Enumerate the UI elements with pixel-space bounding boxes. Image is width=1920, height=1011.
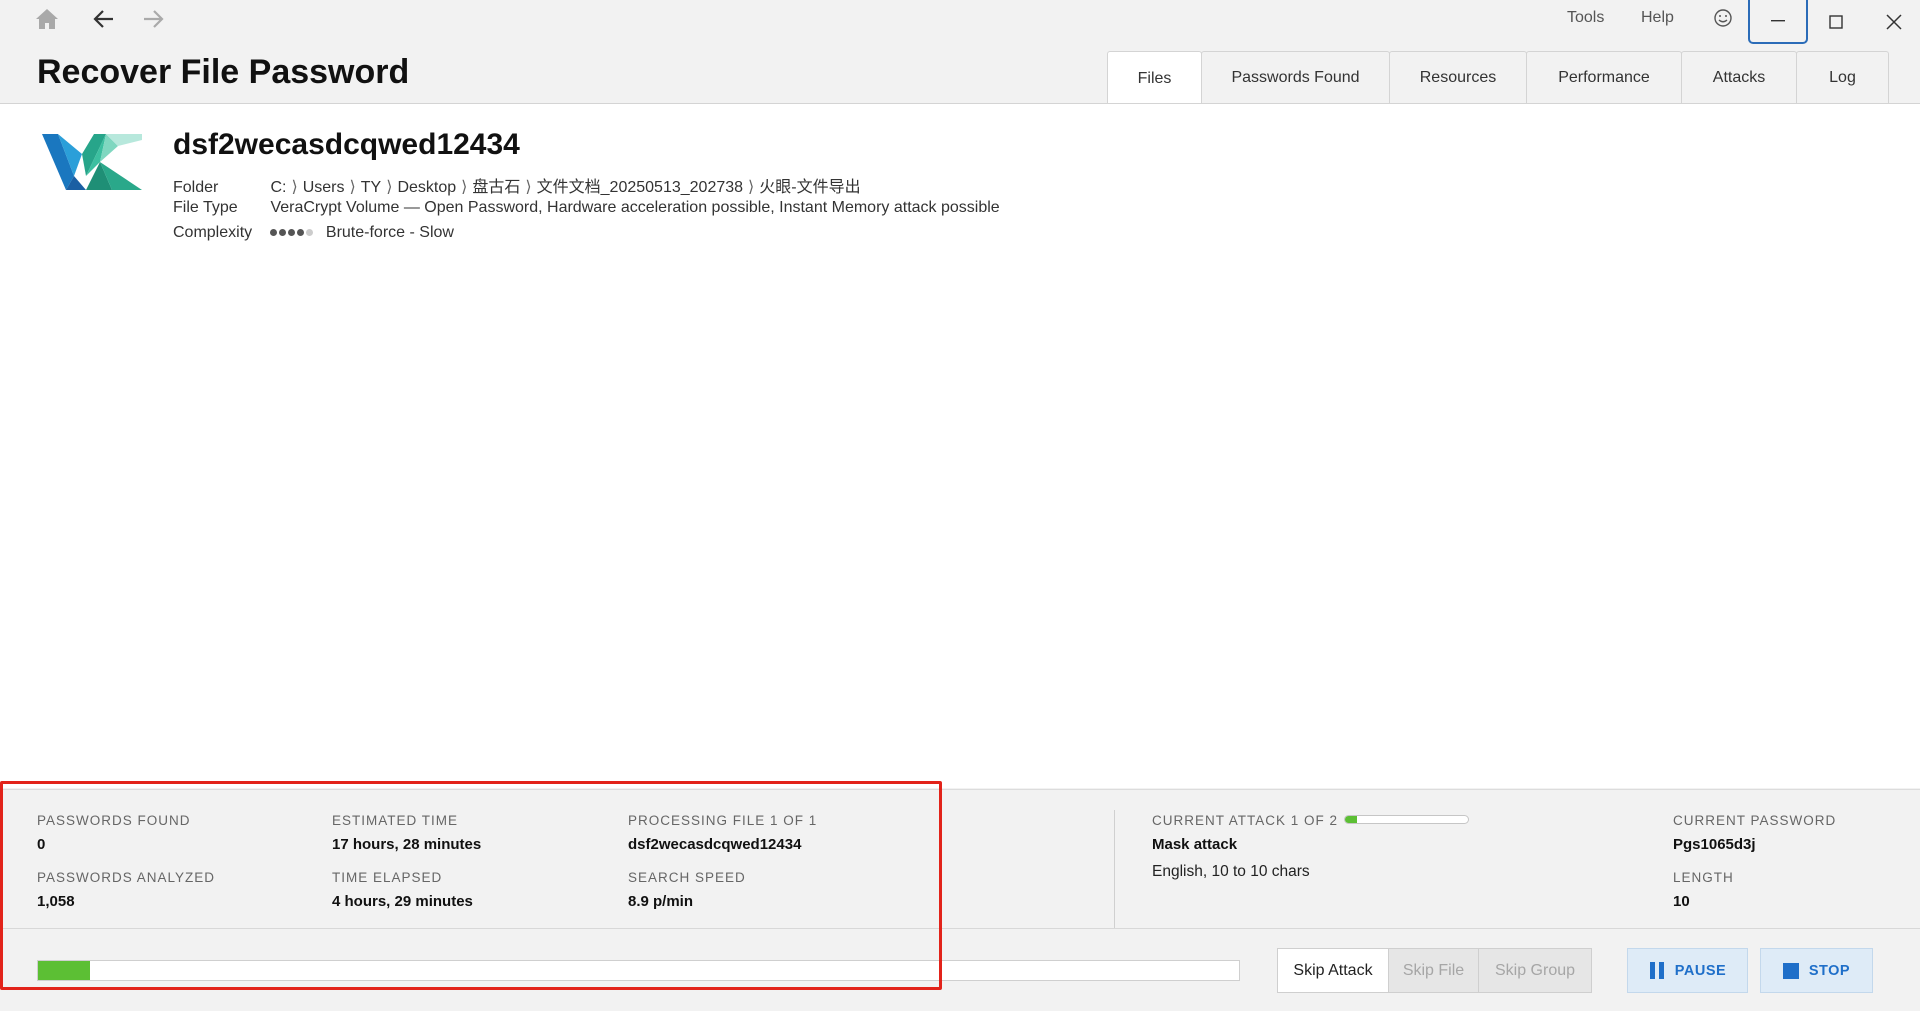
time-elapsed-value: 4 hours, 29 minutes (332, 893, 473, 910)
passwords-found-value: 0 (37, 836, 46, 853)
path-separator-icon: ⟩ (525, 179, 532, 196)
overall-progress-fill (38, 961, 90, 980)
tab-bar: Files Passwords Found Resources Performa… (1107, 51, 1889, 105)
tab-attacks[interactable]: Attacks (1681, 51, 1797, 104)
folder-path: C: ⟩ Users ⟩ TY ⟩ Desktop ⟩ 盘古石 ⟩ 文件文档_20250513_20… (270, 179, 860, 196)
complexity-dot (288, 229, 296, 237)
tab-passwords-found[interactable]: Passwords Found (1201, 51, 1390, 104)
minimize-icon[interactable] (1748, 0, 1808, 44)
complexity-dot (297, 229, 305, 237)
path-segment: Users (302, 179, 345, 196)
stats-divider (1114, 810, 1115, 928)
stop-icon (1782, 962, 1799, 979)
file-type-row: File Type VeraCrypt Volume — Open Passwo… (173, 199, 1000, 217)
current-attack-label: CURRENT ATTACK 1 OF 2 (1152, 813, 1339, 828)
overall-progress-bar (37, 960, 1240, 981)
time-elapsed-label: TIME ELAPSED (332, 870, 443, 885)
passwords-found-label: PASSWORDS FOUND (37, 813, 191, 828)
tab-performance[interactable]: Performance (1526, 51, 1682, 104)
title-bar: Tools Help (0, 0, 1920, 44)
veracrypt-logo-icon (42, 132, 144, 197)
recovery-stats-panel: PASSWORDS FOUND 0 PASSWORDS ANALYZED 1,0… (0, 789, 1920, 1011)
complexity-dot (306, 229, 314, 237)
maximize-icon[interactable] (1806, 0, 1866, 44)
stop-label: STOP (1808, 962, 1851, 979)
path-separator-icon: ⟩ (349, 179, 356, 196)
page-title: Recover File Password (37, 53, 410, 91)
file-type-label: File Type (173, 199, 238, 216)
path-segment: 文件文档_20250513_202738 (536, 179, 744, 196)
smiley-icon[interactable] (1706, 3, 1740, 33)
complexity-row: Complexity Brute-force - Slow (173, 224, 454, 242)
menu-tools[interactable]: Tools (1567, 9, 1604, 27)
folder-row: Folder C: ⟩ Users ⟩ TY ⟩ Desktop ⟩ 盘古石 ⟩ 文件文档_2025… (173, 173, 861, 197)
pause-label: PAUSE (1674, 962, 1727, 979)
search-speed-label: SEARCH SPEED (628, 870, 746, 885)
attack-name: Mask attack (1152, 836, 1238, 853)
attack-detail: English, 10 to 10 chars (1152, 863, 1310, 880)
file-type-value: VeraCrypt Volume — Open Password, Hardwa… (270, 199, 1000, 216)
current-password-label: CURRENT PASSWORD (1673, 813, 1837, 828)
path-segment: Desktop (397, 179, 457, 196)
arrow-right-icon[interactable] (136, 4, 170, 34)
processing-file-value: dsf2wecasdcqwed12434 (628, 836, 802, 853)
close-icon[interactable] (1864, 0, 1920, 44)
tab-resources[interactable]: Resources (1389, 51, 1527, 104)
path-segment: TY (360, 179, 382, 196)
skip-button-group: Skip Attack Skip File Skip Group (1277, 948, 1592, 993)
skip-group-button[interactable]: Skip Group (1478, 948, 1592, 993)
tab-files[interactable]: Files (1107, 51, 1202, 105)
stop-button[interactable]: STOP (1760, 948, 1873, 993)
complexity-dot (270, 229, 278, 237)
folder-label: Folder (173, 179, 219, 196)
path-segment: 盘古石 (472, 179, 521, 196)
menu-help[interactable]: Help (1641, 9, 1674, 27)
estimated-time-label: ESTIMATED TIME (332, 813, 459, 828)
processing-file-label: PROCESSING FILE 1 OF 1 (628, 813, 818, 828)
tab-log[interactable]: Log (1796, 51, 1889, 104)
home-icon[interactable] (30, 4, 64, 34)
attack-progress-fill (1345, 816, 1358, 823)
complexity-meter (270, 224, 315, 242)
path-separator-icon: ⟩ (461, 179, 468, 196)
pause-icon (1649, 962, 1664, 979)
attack-progress-bar (1344, 815, 1469, 824)
complexity-text: Brute-force - Slow (325, 224, 454, 242)
arrow-left-icon[interactable] (87, 4, 121, 34)
passwords-analyzed-label: PASSWORDS ANALYZED (37, 870, 216, 885)
path-segment: 火眼-文件导出 (759, 179, 861, 196)
length-value: 10 (1673, 893, 1690, 910)
estimated-time-value: 17 hours, 28 minutes (332, 836, 482, 853)
file-name: dsf2wecasdcqwed12434 (173, 128, 520, 161)
complexity-label: Complexity (173, 224, 253, 242)
complexity-dot (279, 229, 287, 237)
search-speed-value: 8.9 p/min (628, 893, 694, 910)
skip-attack-button[interactable]: Skip Attack (1277, 948, 1389, 993)
passwords-analyzed-value: 1,058 (37, 893, 75, 910)
skip-file-button[interactable]: Skip File (1388, 948, 1479, 993)
pause-button[interactable]: PAUSE (1627, 948, 1748, 993)
path-separator-icon: ⟩ (748, 179, 755, 196)
current-password-value: Pgs1065d3j (1673, 836, 1756, 853)
path-segment: C: (270, 179, 287, 196)
stats-horizontal-divider (0, 928, 1920, 929)
path-separator-icon: ⟩ (291, 179, 298, 196)
file-details-panel: dsf2wecasdcqwed12434 Folder C: ⟩ Users ⟩ TY ⟩… (0, 104, 1920, 788)
length-label: LENGTH (1673, 870, 1734, 885)
path-separator-icon: ⟩ (386, 179, 393, 196)
